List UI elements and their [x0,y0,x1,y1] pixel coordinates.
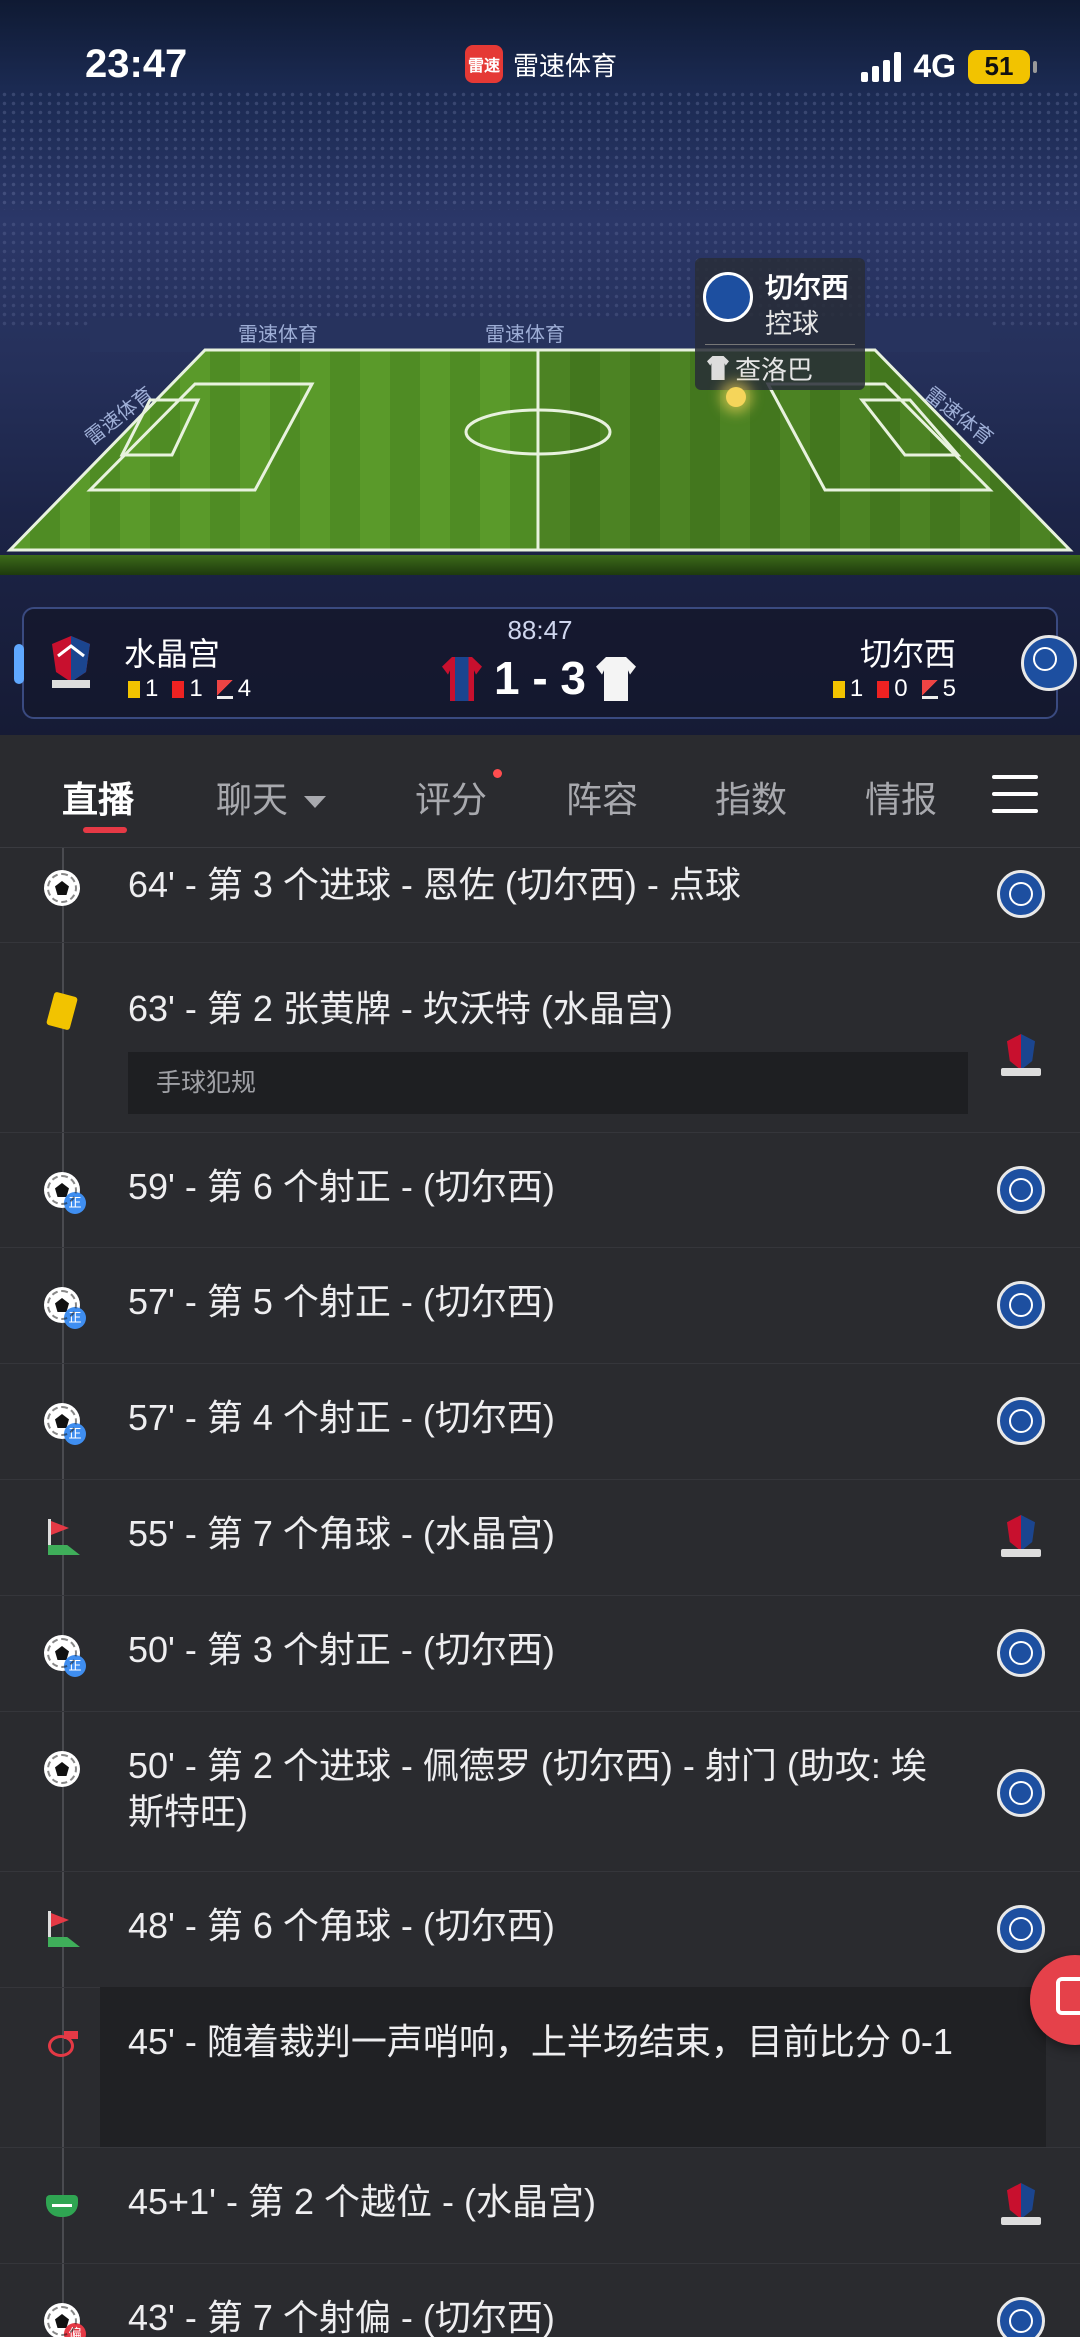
yellow-card-count: 1 [832,675,863,703]
event-row: 64' - 第 3 个进球 - 恩佐 (切尔西) - 点球 [0,848,1080,943]
crystal-palace-crest-icon [997,1032,1045,1080]
app-logo-icon: 雷速 [465,45,503,83]
tab-bar: 直播 聊天 评分 阵容 指数 情报 [0,735,1080,848]
signal-icon [861,51,902,82]
tab-odds[interactable]: 指数 [715,771,787,823]
event-text: 57' - 第 4 个射正 - (切尔西) [128,1397,555,1438]
match-animation-panel: 23:47 雷速 雷速体育 4G 51 雷速体育 雷速体育 雷速体育 雷速体育 [0,0,1080,735]
event-timeline: 64' - 第 3 个进球 - 恩佐 (切尔西) - 点球 63' - 第 2 … [0,848,1080,2337]
chelsea-crest-icon [997,1905,1045,1953]
corner-flag-icon [44,1519,80,1555]
shot-on-target-icon: 正 [44,1287,86,1329]
event-text: 45' - 随着裁判一声哨响，上半场结束，目前比分 0-1 [128,2021,953,2062]
event-row: 正 59' - 第 6 个射正 - (切尔西) [0,1132,1080,1248]
event-note: 手球犯规 [128,1052,968,1114]
event-text: 50' - 第 3 个射正 - (切尔西) [128,1629,555,1670]
tab-intel[interactable]: 情报 [865,771,937,823]
event-row: 45+1' - 第 2 个越位 - (水晶宫) [0,2147,1080,2264]
corner-count: 5 [921,675,956,703]
event-row: 63' - 第 2 张黄牌 - 坎沃特 (水晶宫) 手球犯规 [0,942,1080,1133]
red-card-count: 0 [877,675,908,703]
app-indicator: 雷速 雷速体育 [465,45,617,83]
pitch [6,348,1074,552]
away-team-stats: 1 0 5 [832,675,956,703]
tab-rating[interactable]: 评分 [415,771,487,823]
chelsea-crest-icon [997,1629,1045,1677]
status-indicators: 4G 51 [861,48,1037,85]
away-team-name: 切尔西 [859,636,956,672]
event-text: 55' - 第 7 个角球 - (水晶宫) [128,1513,555,1554]
event-text: 43' - 第 7 个射偏 - (切尔西) [128,2297,555,2337]
event-text: 50' - 第 2 个进球 - 佩德罗 (切尔西) - 射门 (助攻: 埃斯特旺… [128,1745,927,1832]
event-row: 55' - 第 7 个角球 - (水晶宫) [0,1479,1080,1596]
chelsea-crest-icon [703,272,753,322]
app-name: 雷速体育 [513,50,618,81]
chelsea-crest-icon [997,1769,1045,1817]
yellow-card-icon [44,994,80,1030]
active-tab-indicator [83,827,127,833]
shot-on-target-icon: 正 [44,1403,86,1445]
chelsea-crest-icon [997,870,1045,918]
tab-chat[interactable]: 聊天 [216,771,327,823]
shot-on-target-icon: 正 [44,1635,86,1677]
possession-player: 查洛巴 [735,355,814,385]
network-type: 4G [913,48,956,84]
event-text: 57' - 第 5 个射正 - (切尔西) [128,1281,555,1322]
event-text: 64' - 第 3 个进球 - 恩佐 (切尔西) - 点球 [128,864,741,905]
shot-on-target-icon: 正 [44,1172,86,1214]
status-time: 23:47 [85,42,188,86]
event-text: 48' - 第 6 个角球 - (切尔西) [128,1905,555,1946]
chelsea-crest-icon [997,1281,1045,1329]
status-bar: 23:47 雷速 雷速体育 4G 51 [0,0,1080,130]
chevron-down-icon [304,796,327,809]
shirt-icon [707,356,729,380]
event-row: 正 50' - 第 3 个射正 - (切尔西) [0,1595,1080,1712]
shot-off-target-icon: 偏 [44,2303,86,2337]
offside-icon [44,2187,80,2223]
event-row: 偏 43' - 第 7 个射偏 - (切尔西) [0,2263,1080,2337]
scoreboard: 水晶宫 1 1 4 88:47 1 - 3 切尔西 1 0 5 [14,607,1077,719]
crystal-palace-crest-icon [997,2181,1045,2229]
event-row: 50' - 第 2 个进球 - 佩德罗 (切尔西) - 射门 (助攻: 埃斯特旺… [0,1711,1080,1872]
tab-lineup[interactable]: 阵容 [566,771,638,823]
event-row: 正 57' - 第 4 个射正 - (切尔西) [0,1363,1080,1480]
goal-icon [44,870,80,906]
goal-icon [44,1751,80,1787]
corner-flag-icon [44,1911,80,1947]
event-text: 59' - 第 6 个射正 - (切尔西) [128,1166,555,1207]
event-text: 63' - 第 2 张黄牌 - 坎沃特 (水晶宫) [128,988,673,1029]
event-row-highlight: 45' - 随着裁判一声哨响，上半场结束，目前比分 0-1 [0,1987,1080,2148]
event-row: 48' - 第 6 个角球 - (切尔西) [0,1871,1080,1988]
battery-icon: 51 [968,49,1037,84]
notification-dot [493,769,502,778]
event-text: 45+1' - 第 2 个越位 - (水晶宫) [128,2181,596,2222]
menu-icon[interactable] [992,775,1038,813]
chelsea-crest-icon [997,1166,1045,1214]
tab-live[interactable]: 直播 [62,771,134,823]
ball-icon [726,387,746,407]
chelsea-crest-icon [997,2297,1045,2337]
chelsea-crest-icon [997,1397,1045,1445]
chelsea-crest-icon [1021,635,1077,691]
possession-team: 切尔西 [765,272,850,303]
whistle-icon [44,2027,80,2063]
possession-popup: 切尔西 控球 查洛巴 [695,258,865,390]
event-row: 正 57' - 第 5 个射正 - (切尔西) [0,1247,1080,1364]
crystal-palace-crest-icon [997,1513,1045,1561]
possession-action: 控球 [765,309,819,339]
